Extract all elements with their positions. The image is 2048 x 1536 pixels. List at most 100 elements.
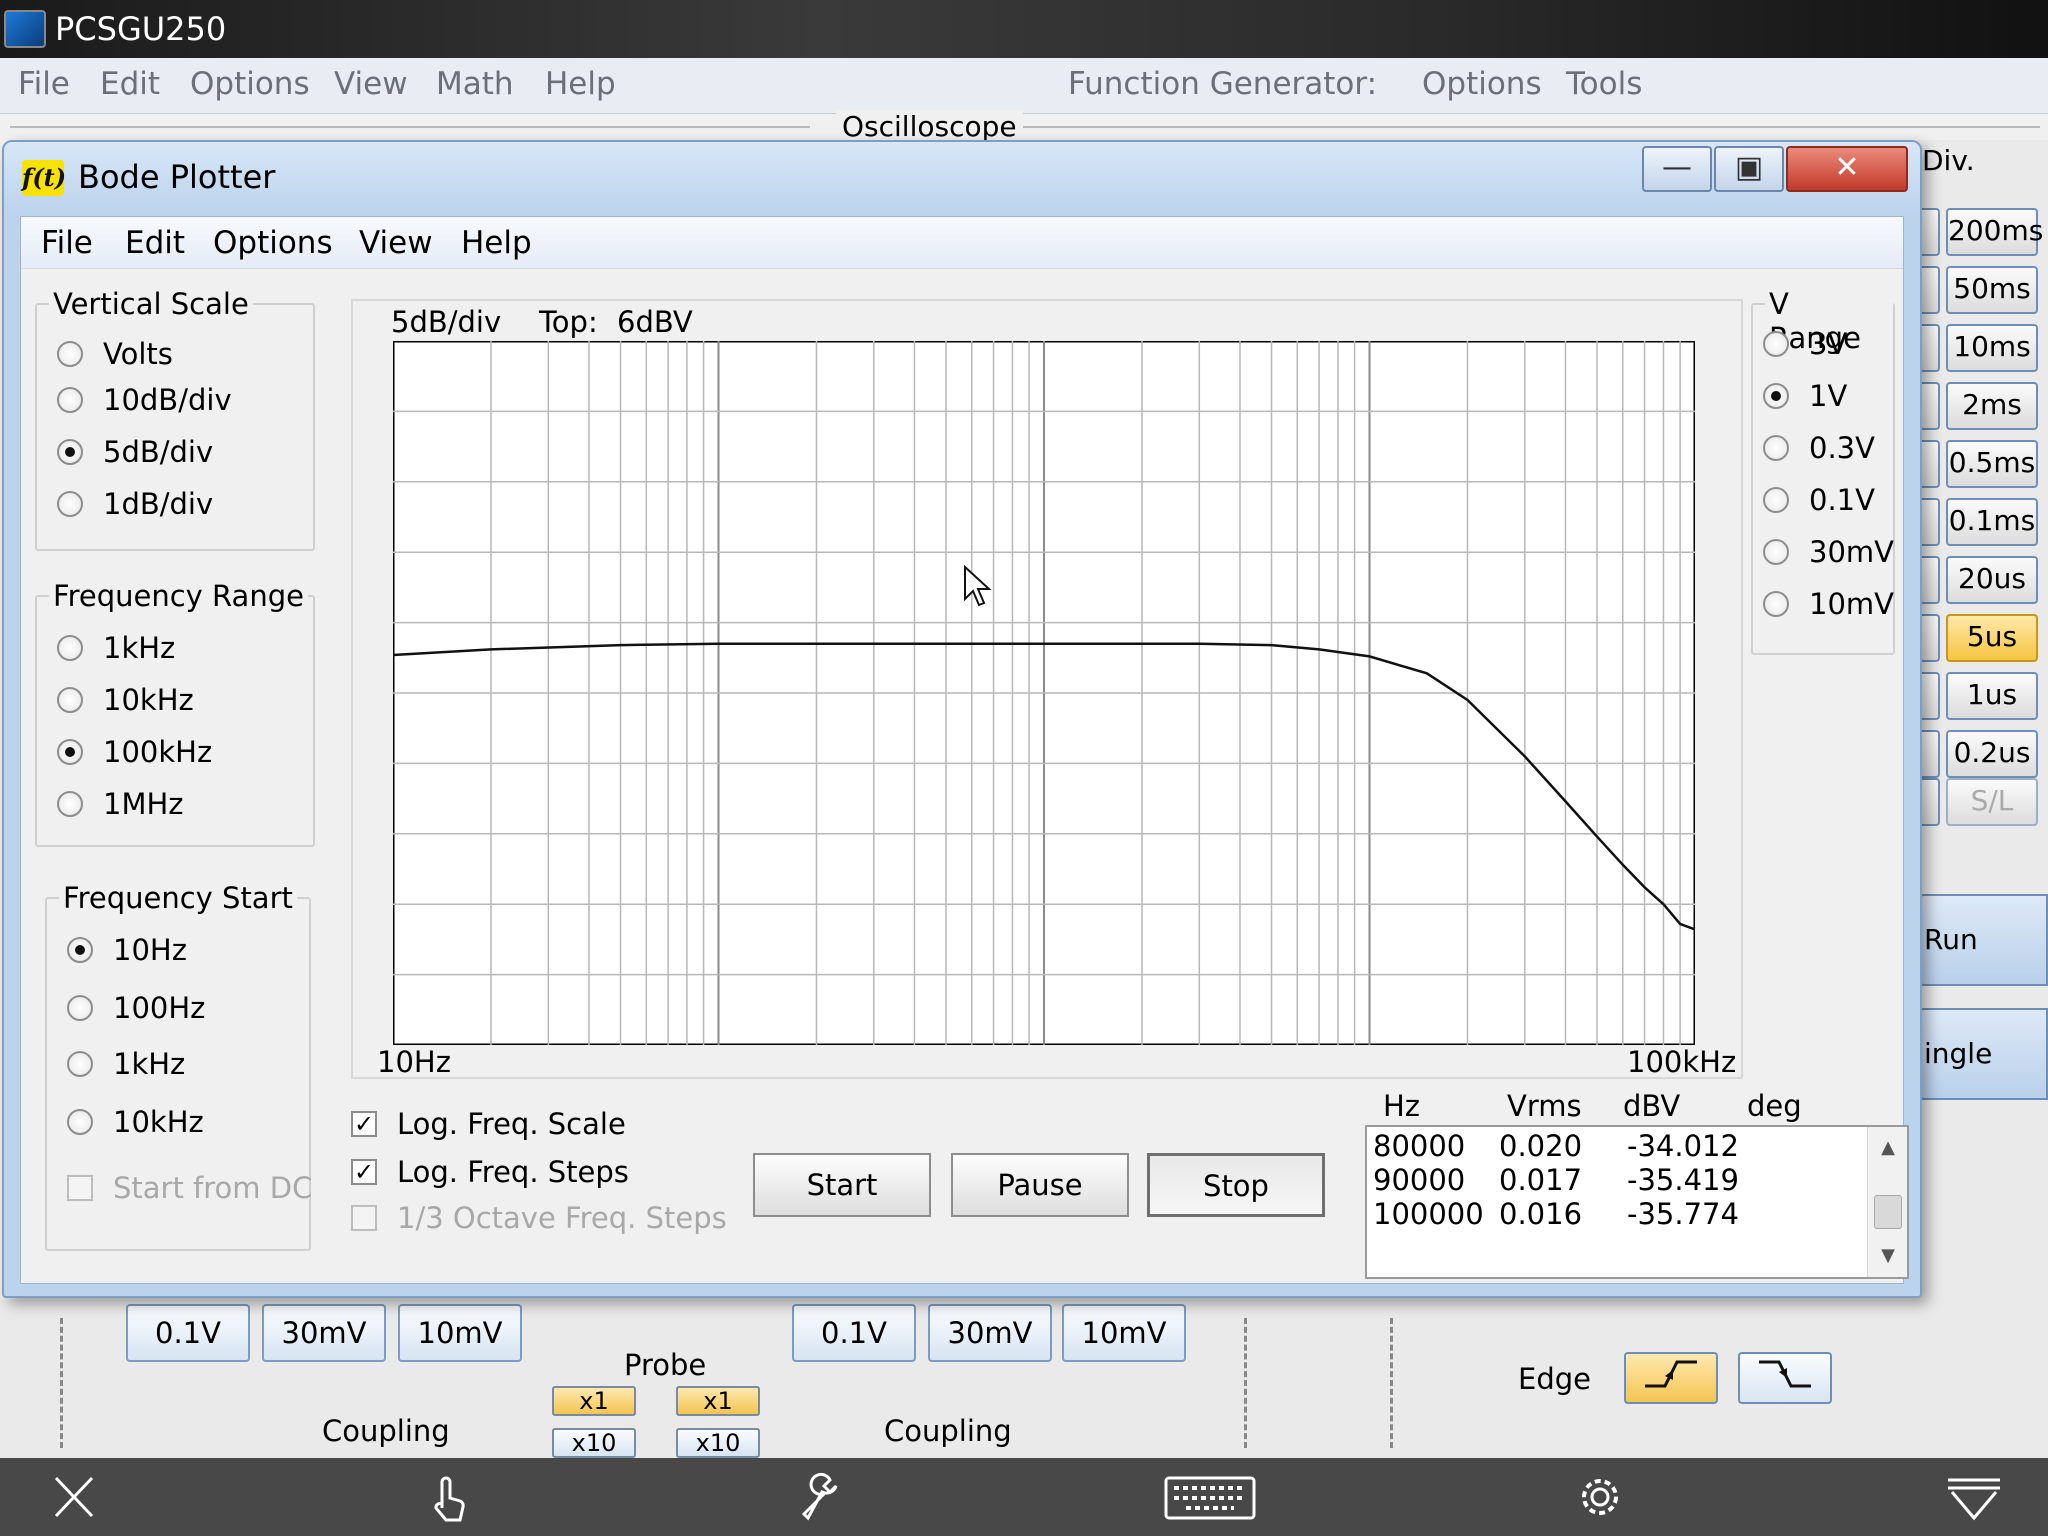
probe-ch1-x1[interactable]: x1 [552, 1386, 636, 1416]
time-50ms-button[interactable]: 50ms [1946, 266, 2038, 314]
pause-button[interactable]: Pause [951, 1153, 1129, 1217]
col-dbv: dBV [1623, 1089, 1681, 1123]
bode-menu-edit[interactable]: Edit [125, 225, 185, 261]
bode-menu-help[interactable]: Help [461, 225, 532, 261]
time-0.1ms-button[interactable]: 0.1ms [1946, 498, 2038, 546]
bode-titlebar[interactable]: f(t) Bode Plotter — ▣ ✕ [4, 142, 1920, 212]
sl-button[interactable]: S/L [1946, 778, 2038, 826]
vrange-0.3v-radio[interactable]: 0.3V [1763, 431, 1875, 465]
probe-ch1-x10[interactable]: x10 [552, 1428, 636, 1458]
time-5us-button[interactable]: 5us [1946, 614, 2038, 662]
radio-dot [57, 791, 83, 817]
bode-menu-file[interactable]: File [41, 225, 93, 261]
fstart-1khz-radio[interactable]: 1kHz [67, 1047, 185, 1081]
bode-menu-view[interactable]: View [359, 225, 433, 261]
fstart-10khz-radio[interactable]: 10kHz [67, 1105, 204, 1139]
log-freq-scale-checkbox[interactable]: ✓ Log. Freq. Scale [351, 1107, 626, 1141]
list-item[interactable]: 90000 0.017 -35.419 [1373, 1163, 1833, 1197]
rising-edge-button[interactable] [1624, 1352, 1718, 1404]
ch2-10mv-button[interactable]: 10mV [1062, 1304, 1186, 1362]
trigger-slider[interactable] [1390, 1318, 1404, 1448]
menu-file[interactable]: File [18, 66, 70, 102]
bode-chart[interactable] [393, 341, 1695, 1045]
ch1-30mv-button[interactable]: 30mV [262, 1304, 386, 1362]
list-scrollbar[interactable]: ▲ ▼ [1867, 1127, 1907, 1277]
app-icon [4, 10, 46, 48]
fg-menu-tools[interactable]: Tools [1566, 66, 1642, 102]
minimize-button[interactable]: — [1642, 146, 1712, 192]
frange-1khz-radio[interactable]: 1kHz [57, 631, 175, 665]
scroll-up-icon[interactable]: ▲ [1868, 1131, 1908, 1165]
probe-ch2-x1[interactable]: x1 [676, 1386, 760, 1416]
menu-view[interactable]: View [334, 66, 408, 102]
wrench-icon[interactable] [790, 1468, 850, 1526]
menu-math[interactable]: Math [436, 66, 514, 102]
start-from-dc-checkbox[interactable]: Start from DC [67, 1171, 312, 1205]
ch2-30mv-button[interactable]: 30mV [928, 1304, 1052, 1362]
cell-dbv: -35.419 [1627, 1163, 1739, 1197]
frange-100khz-radio[interactable]: 100kHz [57, 735, 212, 769]
time-1us-button[interactable]: 1us [1946, 672, 2038, 720]
ch1-0.1v-button[interactable]: 0.1V [126, 1304, 250, 1362]
app-title: PCSGU250 [55, 10, 227, 48]
time-2ms-button[interactable]: 2ms [1946, 382, 2038, 430]
ch1-10mv-button[interactable]: 10mV [398, 1304, 522, 1362]
fg-menu-options[interactable]: Options [1422, 66, 1542, 102]
vscale-10db-radio[interactable]: 10dB/div [57, 383, 232, 417]
run-button[interactable]: Run [1918, 894, 2048, 986]
time-div-label: Div. [1922, 144, 1975, 177]
ch2-0.1v-button[interactable]: 0.1V [792, 1304, 916, 1362]
time-20us-button[interactable]: 20us [1946, 556, 2038, 604]
probe-ch2-x10[interactable]: x10 [676, 1428, 760, 1458]
scroll-thumb[interactable] [1874, 1195, 1902, 1229]
vrange-10mv-radio[interactable]: 10mV [1763, 587, 1894, 621]
radio-dot [57, 687, 83, 713]
bode-menu-options[interactable]: Options [213, 225, 333, 261]
stop-button[interactable]: Stop [1147, 1153, 1325, 1217]
keyboard-icon[interactable] [1162, 1468, 1258, 1526]
menu-edit[interactable]: Edit [100, 66, 160, 102]
vrange-0.1v-radio[interactable]: 0.1V [1763, 483, 1875, 517]
vrange-30mv-radio[interactable]: 30mV [1763, 535, 1894, 569]
third-octave-checkbox[interactable]: 1/3 Octave Freq. Steps [351, 1201, 727, 1235]
checkbox-box: ✓ [351, 1159, 377, 1185]
close-icon[interactable] [44, 1468, 104, 1526]
falling-edge-button[interactable] [1738, 1352, 1832, 1404]
maximize-button[interactable]: ▣ [1714, 146, 1784, 192]
fstart-10hz-radio[interactable]: 10Hz [67, 933, 187, 967]
vscale-5db-radio[interactable]: 5dB/div [57, 435, 213, 469]
time-200ms-button[interactable]: 200ms [1946, 208, 2043, 256]
menu-help[interactable]: Help [545, 66, 616, 102]
ch1-slider[interactable] [60, 1318, 74, 1448]
frange-10khz-radio[interactable]: 10kHz [57, 683, 194, 717]
vrange-3v-radio[interactable]: 3V [1763, 327, 1847, 361]
function-icon: f(t) [22, 160, 66, 196]
vrange-1v-radio[interactable]: 1V [1763, 379, 1847, 413]
system-taskbar [0, 1458, 2048, 1536]
scroll-down-icon[interactable]: ▼ [1868, 1239, 1908, 1273]
frange-1mhz-radio[interactable]: 1MHz [57, 787, 184, 821]
checkbox-label: Log. Freq. Scale [397, 1107, 626, 1141]
radio-label: 0.1V [1809, 483, 1875, 517]
radio-label: 100Hz [113, 991, 206, 1025]
fstart-100hz-radio[interactable]: 100Hz [67, 991, 205, 1025]
time-0.5ms-button[interactable]: 0.5ms [1946, 440, 2038, 488]
log-freq-steps-checkbox[interactable]: ✓ Log. Freq. Steps [351, 1155, 629, 1189]
single-button[interactable]: ingle [1918, 1008, 2048, 1100]
measurement-list[interactable]: 80000 0.020 -34.012 90000 0.017 -35.419 … [1365, 1125, 1909, 1279]
list-item[interactable]: 80000 0.020 -34.012 [1373, 1129, 1833, 1163]
time-0.2us-button[interactable]: 0.2us [1946, 730, 2038, 778]
close-button[interactable]: ✕ [1786, 146, 1908, 192]
list-item[interactable]: 100000 0.016 -35.774 [1373, 1197, 1833, 1231]
menu-options[interactable]: Options [190, 66, 310, 102]
touch-icon[interactable] [418, 1468, 478, 1526]
bode-plotter-window: f(t) Bode Plotter — ▣ ✕ File Edit Option… [2, 140, 1922, 1298]
ch2-slider[interactable] [1244, 1318, 1258, 1448]
minimize-icon: — [1662, 150, 1692, 185]
vscale-volts-radio[interactable]: Volts [57, 337, 173, 371]
time-10ms-button[interactable]: 10ms [1946, 324, 2038, 372]
vscale-1db-radio[interactable]: 1dB/div [57, 487, 213, 521]
start-button[interactable]: Start [753, 1153, 931, 1217]
gear-icon[interactable] [1570, 1468, 1630, 1526]
menu-down-icon[interactable] [1944, 1468, 2004, 1526]
